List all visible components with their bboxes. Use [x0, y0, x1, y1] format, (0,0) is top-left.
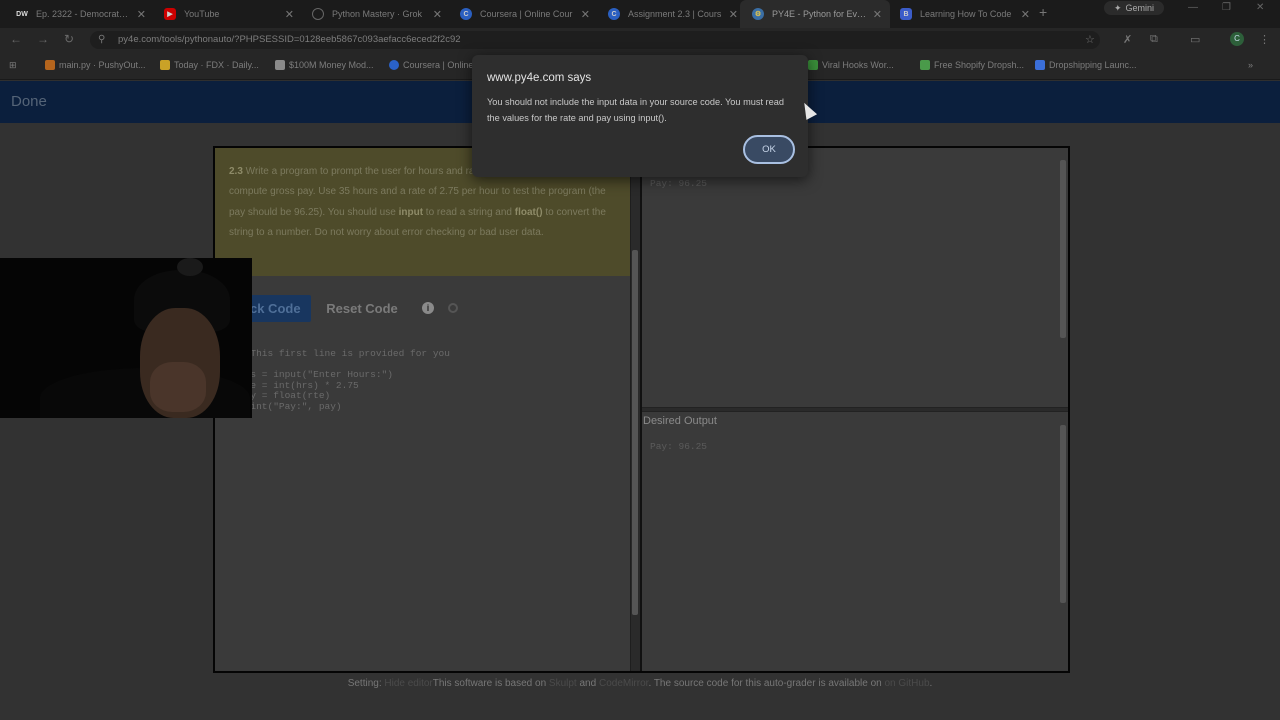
close-tab-icon[interactable]: ✕	[873, 8, 882, 21]
apps-icon[interactable]: ⊞	[9, 60, 17, 71]
alert-dialog: www.py4e.com says You should not include…	[472, 55, 808, 177]
code-line: print("Pay:", pay)	[239, 401, 342, 412]
bookmark-favicon	[1035, 60, 1045, 70]
tab-1[interactable]: ▶ YouTube ✕	[152, 0, 302, 28]
site-info-icon[interactable]: ⚲	[98, 31, 105, 49]
bookmark-3[interactable]: Coursera | Online	[389, 60, 473, 70]
bookmark-0[interactable]: main.py · PushyOut...	[45, 60, 146, 70]
dialog-ok-button[interactable]: OK	[743, 135, 795, 164]
dw-icon: DW	[16, 10, 28, 18]
info-icon[interactable]: i	[422, 302, 434, 314]
hide-editor-link[interactable]: Hide editor	[384, 678, 432, 689]
bookmark-favicon	[920, 60, 930, 70]
close-tab-icon[interactable]: ✕	[137, 8, 146, 21]
bookmark-5[interactable]: Free Shopify Dropsh...	[920, 60, 1024, 70]
maximize-icon[interactable]: ❐	[1222, 2, 1231, 13]
back-icon[interactable]: ←	[10, 32, 22, 46]
close-tab-icon[interactable]: ✕	[1021, 8, 1030, 21]
output-scrollbar[interactable]	[1060, 160, 1066, 338]
minimize-icon[interactable]: —	[1188, 2, 1198, 13]
tab-6[interactable]: B Learning How To Code ✕	[888, 0, 1038, 28]
puzzle-icon[interactable]: ⧉	[1150, 33, 1158, 46]
close-window-icon[interactable]: ✕	[1256, 2, 1264, 13]
close-tab-icon[interactable]: ✕	[581, 8, 590, 21]
bookmark-1[interactable]: Today · FDX · Daily...	[160, 60, 259, 70]
bookmark-2[interactable]: $100M Money Mod...	[275, 60, 374, 70]
bookmark-favicon	[389, 60, 399, 70]
gemini-button[interactable]: ✦ Gemini	[1104, 1, 1164, 15]
github-link[interactable]: on GitHub	[885, 678, 930, 689]
program-output: Pay: 96.25	[650, 178, 708, 189]
reset-code-button[interactable]: Reset Code	[317, 295, 407, 322]
tab-4[interactable]: C Assignment 2.3 | Cours ✕	[596, 0, 746, 28]
forward-icon[interactable]: →	[37, 32, 49, 46]
bookmark-4[interactable]: Viral Hooks Wor...	[808, 60, 894, 70]
new-tab-icon[interactable]: +	[1039, 4, 1047, 20]
bookmark-favicon	[45, 60, 55, 70]
close-tab-icon[interactable]: ✕	[285, 8, 294, 21]
desired-output: Pay: 96.25	[650, 441, 708, 452]
menu-icon[interactable]: ⋮	[1259, 33, 1270, 46]
dialog-title: www.py4e.com says	[487, 72, 592, 84]
bookmark-star-icon[interactable]: ☆	[1085, 33, 1095, 46]
tab-3[interactable]: C Coursera | Online Cour ✕	[448, 0, 598, 28]
done-link[interactable]: Done	[11, 93, 47, 110]
reload-icon[interactable]: ↻	[64, 32, 74, 46]
webcam-hair-top	[177, 258, 203, 276]
close-tab-icon[interactable]: ✕	[729, 8, 738, 21]
address-bar[interactable]: ⚲ py4e.com/tools/pythonauto/?PHPSESSID=0…	[90, 31, 1100, 49]
bookmark-favicon	[160, 60, 170, 70]
learn-icon: B	[900, 8, 912, 20]
tab-5-active[interactable]: ⚙ PY4E - Python for Every ✕	[740, 0, 890, 28]
tab-strip: DW Ep. 2322 - Democrats F ✕ ▶ YouTube ✕ Pyth…	[0, 0, 1280, 28]
more-bookmarks-icon[interactable]: »	[1248, 60, 1253, 70]
spinner-icon	[448, 303, 458, 313]
youtube-icon: ▶	[164, 8, 176, 20]
webcam-hand	[150, 362, 206, 412]
avatar[interactable]: C	[1230, 32, 1244, 46]
desired-scrollbar[interactable]	[1060, 425, 1066, 603]
tab-0[interactable]: DW Ep. 2322 - Democrats F ✕	[4, 0, 154, 28]
bookmark-favicon	[808, 60, 818, 70]
extension-icon[interactable]: ✗	[1123, 33, 1132, 46]
close-tab-icon[interactable]: ✕	[433, 8, 442, 21]
dialog-message: You should not include the input data in…	[487, 97, 784, 123]
footer: Setting: Hide editorThis software is bas…	[347, 678, 933, 689]
bookmark-6[interactable]: Dropshipping Launc...	[1035, 60, 1137, 70]
desired-output-heading: Desired Output	[643, 415, 717, 427]
tab-2[interactable]: Python Mastery · Grok ✕	[300, 0, 450, 28]
grok-icon	[312, 8, 324, 20]
skulpt-link[interactable]: Skulpt	[549, 678, 577, 689]
code-line: # This first line is provided for you	[239, 348, 450, 359]
coursera-icon: C	[608, 8, 620, 20]
sparkle-icon: ✦	[1113, 2, 1122, 13]
bookmark-favicon	[275, 60, 285, 70]
split-view-icon[interactable]: ▭	[1190, 33, 1200, 46]
editor-scrollbar[interactable]	[632, 250, 638, 615]
codemirror-link[interactable]: CodeMirror	[599, 678, 648, 689]
output-separator	[642, 407, 1068, 412]
webcam-overlay	[0, 258, 252, 418]
coursera-icon: C	[460, 8, 472, 20]
python-icon: ⚙	[752, 8, 764, 20]
